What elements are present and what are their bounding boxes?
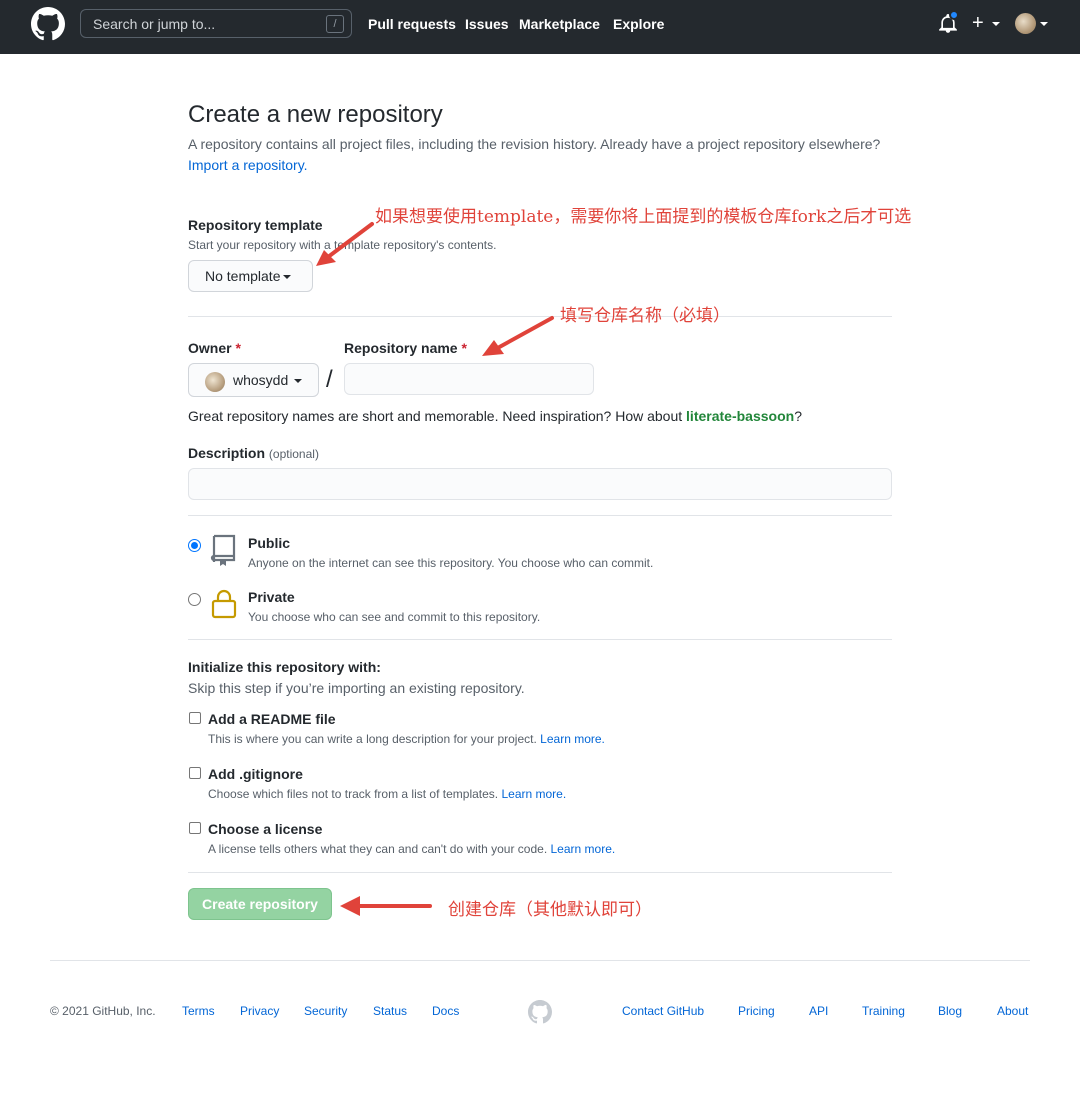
search-placeholder: Search or jump to...: [93, 16, 216, 32]
user-avatar[interactable]: [1015, 13, 1036, 34]
annotation-create-note: 创建仓库（其他默认即可）: [448, 900, 652, 920]
import-repository-link[interactable]: Import a repository.: [188, 157, 308, 173]
footer-link-security[interactable]: Security: [304, 1004, 347, 1018]
owner-select-button[interactable]: whosydd: [188, 363, 319, 397]
divider: [188, 872, 892, 873]
chevron-down-icon: [294, 379, 302, 383]
gitignore-description: Choose which files not to track from a l…: [208, 787, 567, 801]
footer-link-pricing[interactable]: Pricing: [738, 1004, 775, 1018]
readme-checkbox[interactable]: [189, 712, 201, 724]
gitignore-learn-more-link[interactable]: Learn more.: [501, 787, 566, 801]
gitignore-checkbox[interactable]: [189, 767, 201, 779]
footer-copyright: © 2021 GitHub, Inc.: [50, 1004, 156, 1018]
gitignore-title: Add .gitignore: [208, 766, 303, 782]
github-footer-logo-icon[interactable]: [528, 1000, 552, 1024]
owner-label: Owner *: [188, 340, 241, 356]
page-lead: A repository contains all project files,…: [188, 134, 898, 176]
lead-text: A repository contains all project files,…: [188, 136, 881, 152]
repository-name-hint: Great repository names are short and mem…: [188, 408, 802, 424]
plus-dropdown-caret-icon: [992, 22, 1000, 26]
footer-link-status[interactable]: Status: [373, 1004, 407, 1018]
description-input[interactable]: [188, 468, 892, 500]
name-suggestion-link[interactable]: literate-bassoon: [686, 408, 794, 424]
divider: [188, 639, 892, 640]
create-new-plus-icon[interactable]: +: [972, 12, 984, 34]
readme-description: This is where you can write a long descr…: [208, 732, 605, 746]
required-asterisk: *: [235, 340, 241, 356]
repository-name-label: Repository name *: [344, 340, 467, 356]
init-subtitle: Skip this step if you’re importing an ex…: [188, 680, 525, 696]
footer-link-about[interactable]: About: [997, 1004, 1028, 1018]
lock-icon: [211, 589, 237, 619]
repo-book-icon: [210, 534, 236, 566]
annotation-arrow-icon: [482, 316, 554, 356]
init-title: Initialize this repository with:: [188, 659, 381, 675]
owner-name-separator: /: [326, 366, 333, 393]
chevron-down-icon: [283, 275, 292, 280]
template-select-button[interactable]: No template: [188, 260, 313, 292]
page-title: Create a new repository: [188, 101, 443, 128]
owner-name: whosydd: [233, 372, 289, 388]
public-radio[interactable]: [188, 539, 201, 552]
public-title: Public: [248, 535, 291, 551]
footer-link-contact[interactable]: Contact GitHub: [622, 1004, 704, 1018]
github-logo-icon[interactable]: [31, 7, 65, 41]
repository-name-input[interactable]: [344, 363, 594, 395]
template-button-label: No template: [205, 268, 281, 284]
license-title: Choose a license: [208, 821, 323, 837]
footer-link-blog[interactable]: Blog: [938, 1004, 962, 1018]
owner-avatar: [205, 372, 225, 392]
template-label: Repository template: [188, 217, 323, 233]
footer-link-terms[interactable]: Terms: [182, 1004, 215, 1018]
avatar-dropdown-caret-icon: [1040, 22, 1048, 26]
private-description: You choose who can see and commit to thi…: [248, 610, 541, 624]
private-radio[interactable]: [188, 593, 201, 606]
footer-link-api[interactable]: API: [809, 1004, 828, 1018]
public-description: Anyone on the internet can see this repo…: [248, 556, 654, 570]
optional-note: (optional): [268, 447, 319, 461]
search-shortcut-key: /: [326, 15, 344, 33]
private-title: Private: [248, 589, 295, 605]
license-checkbox[interactable]: [189, 822, 201, 834]
annotation-arrow-icon: [316, 222, 374, 266]
footer-link-privacy[interactable]: Privacy: [240, 1004, 279, 1018]
create-repository-button[interactable]: Create repository: [188, 888, 332, 920]
nav-issues[interactable]: Issues: [465, 16, 509, 32]
annotation-name-note: 填写仓库名称（必填）: [560, 306, 730, 326]
nav-marketplace[interactable]: Marketplace: [519, 16, 600, 32]
footer-divider: [50, 960, 1030, 961]
footer-link-docs[interactable]: Docs: [432, 1004, 459, 1018]
notification-indicator: [949, 10, 959, 20]
readme-title: Add a README file: [208, 711, 336, 727]
divider: [188, 515, 892, 516]
nav-pull-requests[interactable]: Pull requests: [368, 16, 456, 32]
footer-link-training[interactable]: Training: [862, 1004, 905, 1018]
annotation-template-note: 如果想要使用template，需要你将上面提到的模板仓库fork之后才可选: [375, 207, 912, 227]
required-asterisk: *: [461, 340, 467, 356]
license-learn-more-link[interactable]: Learn more.: [551, 842, 616, 856]
readme-learn-more-link[interactable]: Learn more.: [540, 732, 605, 746]
nav-explore[interactable]: Explore: [613, 16, 664, 32]
license-description: A license tells others what they can and…: [208, 842, 616, 856]
top-header: Search or jump to... / Pull requests Iss…: [0, 0, 1080, 54]
description-label: Description (optional): [188, 445, 319, 461]
annotation-arrow-icon: [340, 896, 432, 916]
search-input[interactable]: Search or jump to... /: [80, 9, 352, 38]
